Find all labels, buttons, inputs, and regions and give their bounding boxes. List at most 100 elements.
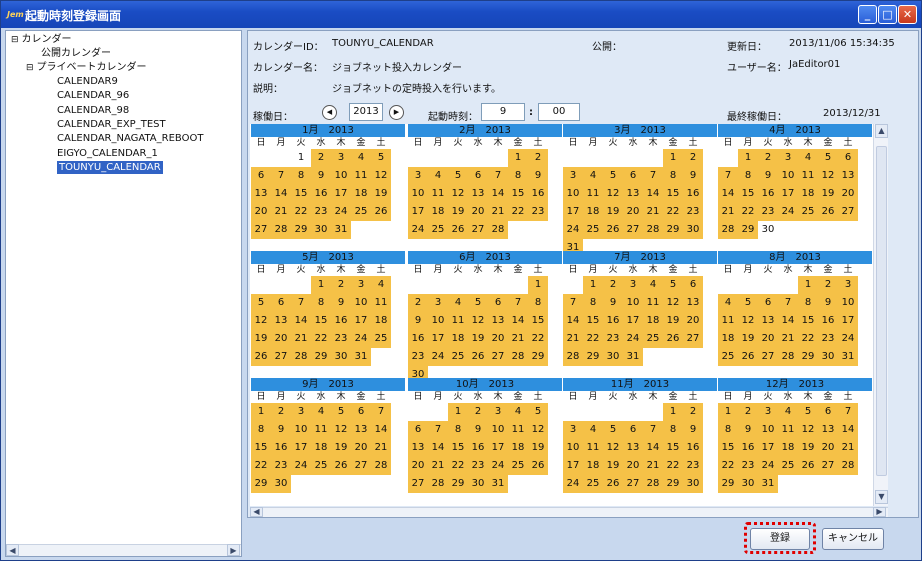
day-cell[interactable]: 22 [291, 203, 311, 221]
day-cell[interactable]: 13 [468, 185, 488, 203]
day-cell[interactable]: 8 [583, 294, 603, 312]
day-cell[interactable]: 8 [718, 421, 738, 439]
day-cell[interactable]: 26 [603, 221, 623, 239]
day-cell[interactable]: 21 [508, 330, 528, 348]
day-cell[interactable]: 16 [818, 312, 838, 330]
day-cell[interactable]: 1 [663, 403, 683, 421]
day-cell[interactable]: 21 [718, 203, 738, 221]
day-cell[interactable]: 25 [778, 457, 798, 475]
day-cell[interactable]: 4 [718, 294, 738, 312]
day-cell[interactable]: 18 [643, 312, 663, 330]
day-cell[interactable]: 3 [291, 403, 311, 421]
day-cell[interactable]: 4 [583, 167, 603, 185]
day-cell[interactable]: 20 [683, 312, 703, 330]
day-cell[interactable]: 7 [643, 167, 663, 185]
day-cell[interactable]: 26 [371, 203, 391, 221]
day-cell[interactable]: 4 [311, 403, 331, 421]
day-cell[interactable]: 7 [291, 294, 311, 312]
day-cell[interactable]: 14 [508, 312, 528, 330]
day-cell[interactable]: 23 [818, 330, 838, 348]
horizontal-scrollbar[interactable]: ◀ ▶ [250, 507, 888, 517]
day-cell[interactable]: 2 [683, 403, 703, 421]
day-cell[interactable]: 6 [271, 294, 291, 312]
calendar-tree[interactable]: ⊟ カレンダー 公開カレンダー ⊟ プライベートカレンダー CALENDAR9 CAL… [5, 30, 242, 557]
day-cell[interactable]: 1 [311, 276, 331, 294]
day-cell[interactable]: 28 [371, 457, 391, 475]
day-cell[interactable]: 19 [663, 312, 683, 330]
scroll-right-icon[interactable]: ▶ [873, 507, 886, 517]
day-cell[interactable]: 13 [408, 439, 428, 457]
day-cell[interactable]: 2 [683, 149, 703, 167]
day-cell[interactable]: 7 [271, 167, 291, 185]
day-cell[interactable]: 17 [563, 457, 583, 475]
day-cell[interactable]: 8 [528, 294, 548, 312]
day-cell[interactable]: 20 [271, 330, 291, 348]
day-cell[interactable]: 24 [623, 330, 643, 348]
day-cell[interactable]: 24 [428, 348, 448, 366]
day-cell[interactable]: 28 [718, 221, 738, 239]
tree-item[interactable]: TOUNYU_CALENDAR [57, 160, 163, 174]
day-cell[interactable]: 23 [683, 457, 703, 475]
day-cell[interactable]: 1 [528, 276, 548, 294]
day-cell[interactable]: 12 [251, 312, 271, 330]
day-cell[interactable]: 17 [428, 330, 448, 348]
day-cell[interactable]: 8 [251, 421, 271, 439]
next-year-icon[interactable]: ▶ [389, 105, 404, 120]
day-cell[interactable]: 14 [488, 185, 508, 203]
tree-item[interactable]: CALENDAR_EXP_TEST [57, 118, 166, 131]
day-cell[interactable]: 10 [563, 439, 583, 457]
day-cell[interactable]: 19 [528, 439, 548, 457]
day-cell[interactable]: 29 [663, 221, 683, 239]
day-cell[interactable]: 18 [583, 457, 603, 475]
day-cell[interactable]: 31 [488, 475, 508, 493]
day-cell[interactable]: 5 [251, 294, 271, 312]
scroll-left-icon[interactable]: ◀ [6, 544, 19, 556]
day-cell[interactable]: 15 [738, 185, 758, 203]
day-cell[interactable]: 3 [758, 403, 778, 421]
day-cell[interactable]: 19 [468, 330, 488, 348]
day-cell[interactable]: 6 [408, 421, 428, 439]
day-cell[interactable]: 30 [271, 475, 291, 493]
day-cell[interactable]: 7 [838, 403, 858, 421]
day-cell[interactable]: 6 [838, 149, 858, 167]
day-cell[interactable]: 27 [623, 475, 643, 493]
day-cell[interactable]: 22 [583, 330, 603, 348]
day-cell[interactable]: 15 [251, 439, 271, 457]
day-cell[interactable]: 6 [683, 276, 703, 294]
day-cell[interactable]: 10 [408, 185, 428, 203]
day-cell[interactable]: 3 [563, 167, 583, 185]
day-cell[interactable]: 29 [583, 348, 603, 366]
day-cell[interactable]: 27 [488, 348, 508, 366]
day-cell[interactable]: 18 [428, 203, 448, 221]
day-cell[interactable]: 26 [448, 221, 468, 239]
day-cell[interactable]: 22 [663, 457, 683, 475]
day-cell[interactable]: 28 [271, 221, 291, 239]
register-button[interactable]: 登録 [750, 528, 810, 550]
day-cell[interactable]: 14 [271, 185, 291, 203]
day-cell[interactable]: 26 [818, 203, 838, 221]
collapse-icon[interactable]: ⊟ [26, 63, 34, 73]
day-cell[interactable]: 9 [738, 421, 758, 439]
day-cell[interactable]: 23 [408, 348, 428, 366]
day-cell[interactable]: 23 [738, 457, 758, 475]
day-cell[interactable]: 20 [758, 330, 778, 348]
day-cell[interactable]: 19 [603, 203, 623, 221]
day-cell[interactable]: 11 [718, 312, 738, 330]
day-cell[interactable]: 5 [331, 403, 351, 421]
day-cell[interactable]: 30 [758, 221, 778, 239]
day-cell[interactable]: 20 [623, 457, 643, 475]
day-cell[interactable]: 5 [663, 276, 683, 294]
day-cell[interactable]: 6 [818, 403, 838, 421]
day-cell[interactable]: 31 [331, 221, 351, 239]
day-cell[interactable]: 26 [331, 457, 351, 475]
day-cell[interactable]: 14 [563, 312, 583, 330]
day-cell[interactable]: 21 [778, 330, 798, 348]
day-cell[interactable]: 20 [251, 203, 271, 221]
day-cell[interactable]: 31 [351, 348, 371, 366]
day-cell[interactable]: 6 [251, 167, 271, 185]
day-cell[interactable]: 3 [563, 421, 583, 439]
day-cell[interactable]: 9 [331, 294, 351, 312]
day-cell[interactable]: 17 [331, 185, 351, 203]
day-cell[interactable]: 10 [331, 167, 351, 185]
day-cell[interactable]: 2 [331, 276, 351, 294]
